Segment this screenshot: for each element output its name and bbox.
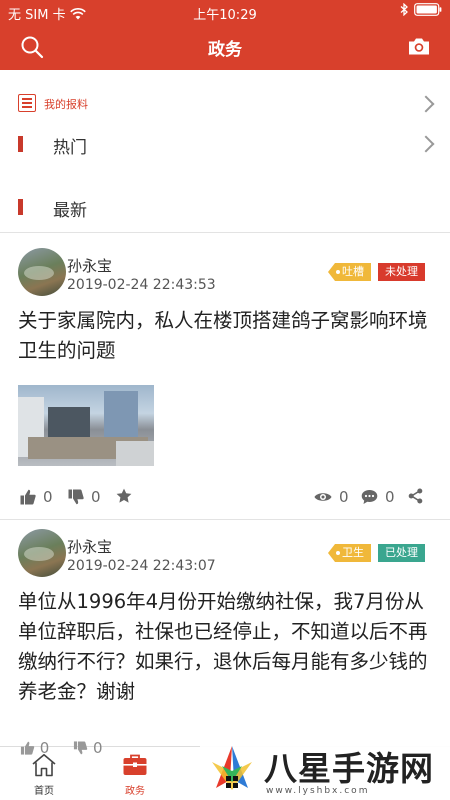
my-reports-row[interactable]: 我的报料 (0, 90, 450, 118)
category-tag: 卫生 (328, 544, 371, 562)
comment-icon (361, 490, 378, 504)
section-marker (18, 199, 23, 215)
avatar[interactable] (18, 529, 66, 577)
post-time: 2019-02-24 22:43:07 (67, 558, 216, 574)
dislike-count: 0 (92, 739, 103, 757)
post-actions: 0 0 0 0 (0, 488, 450, 512)
section-latest-label: 最新 (53, 201, 87, 221)
watermark: 八星手游网 www.lyshbx.com (200, 736, 450, 800)
section-hot-label: 热门 (53, 138, 87, 158)
section-marker (18, 136, 23, 152)
page-title: 政务 (208, 40, 242, 60)
dislike-button[interactable]: 0 (68, 488, 101, 506)
post-text: 单位从1996年4月份开始缴纳社保，我7月份从单位辞职后，社保也已经停止，不知道… (18, 590, 428, 703)
post-card[interactable]: 孙永宝 2019-02-24 22:43:07 卫生 已处理 单位从1996年4… (0, 529, 450, 744)
category-tag: 吐槽 (328, 263, 371, 281)
post-text: 关于家属院内，私人在楼顶搭建鸽子窝影响环境卫生的问题 (18, 309, 428, 362)
section-hot[interactable]: 热门 (0, 132, 450, 158)
watermark-url: www.lyshbx.com (266, 786, 370, 796)
favorite-button[interactable] (116, 488, 132, 504)
comment-count: 0 (385, 488, 395, 506)
view-count-display: 0 (314, 488, 349, 506)
post-card[interactable]: 孙永宝 2019-02-24 22:43:53 吐槽 未处理 关于家属院内，私人… (0, 248, 450, 518)
thumbs-up-icon (20, 489, 36, 505)
eye-icon (314, 493, 332, 501)
like-button[interactable]: 0 (20, 488, 53, 506)
like-count: 0 (43, 488, 53, 506)
status-badge: 已处理 (378, 544, 425, 562)
post-time: 2019-02-24 22:43:53 (67, 277, 216, 293)
status-time: 上午10:29 (193, 8, 257, 23)
camera-icon[interactable] (408, 36, 430, 56)
bluetooth-icon (400, 3, 408, 16)
status-badge: 未处理 (378, 263, 425, 281)
divider (0, 232, 450, 233)
tab-gov[interactable]: 政务 (105, 753, 165, 797)
app-header: 无 SIM 卡 上午10:29 政务 (0, 0, 450, 70)
dislike-count: 0 (91, 488, 101, 506)
tab-gov-label: 政务 (125, 786, 145, 797)
briefcase-icon (123, 754, 147, 775)
avatar[interactable] (18, 248, 66, 296)
view-count: 0 (339, 488, 349, 506)
post-author: 孙永宝 (67, 538, 113, 556)
status-bar: 无 SIM 卡 上午10:29 (0, 0, 450, 24)
home-icon (32, 754, 56, 777)
watermark-logo-icon (212, 746, 252, 790)
nav-bar: 政务 (0, 24, 450, 70)
star-icon (116, 488, 132, 503)
section-latest: 最新 (0, 195, 450, 221)
comment-button[interactable]: 0 (361, 488, 395, 506)
my-reports-label: 我的报料 (44, 98, 88, 111)
chevron-right-icon (417, 135, 435, 153)
chevron-right-icon (417, 95, 435, 113)
tab-home-label: 首页 (34, 786, 54, 797)
share-icon (408, 488, 423, 504)
battery-icon (414, 3, 442, 16)
thumbs-down-icon (74, 741, 88, 755)
post-photo[interactable] (18, 385, 154, 466)
divider (0, 519, 450, 520)
tab-home[interactable]: 首页 (14, 753, 74, 797)
thumbs-down-icon (68, 489, 84, 505)
report-icon (18, 94, 36, 112)
share-button[interactable] (408, 488, 423, 504)
post-author: 孙永宝 (67, 257, 113, 275)
app-screen: 无 SIM 卡 上午10:29 政务 我的报料 热门 最新 孙永宝 2019-0… (0, 0, 450, 800)
watermark-brand: 八星手游网 (264, 749, 434, 788)
